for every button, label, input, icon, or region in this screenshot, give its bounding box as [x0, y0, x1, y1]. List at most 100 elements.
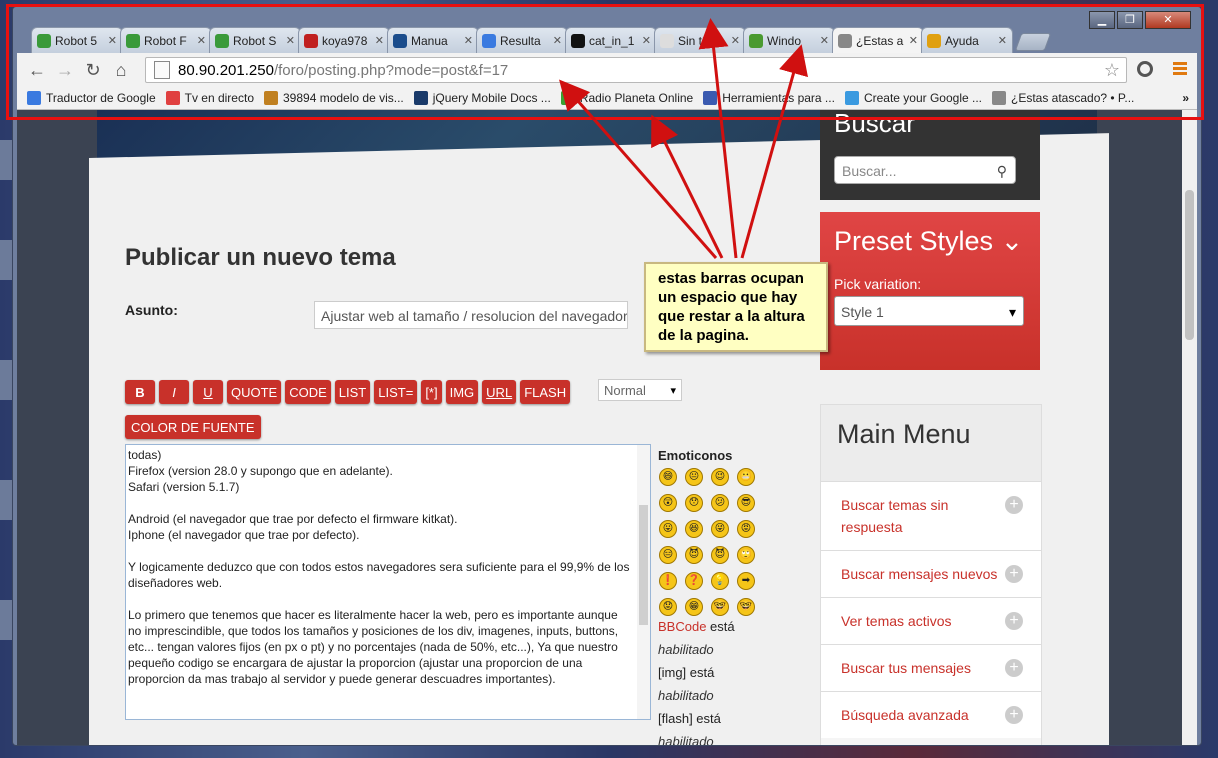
tab-close-icon[interactable]: ✕	[642, 34, 651, 47]
emoticon-icon[interactable]: 😟	[659, 598, 677, 616]
emoticon-icon[interactable]: 😐	[685, 468, 703, 486]
tab-close-icon[interactable]: ✕	[286, 34, 295, 47]
desktop-icon[interactable]	[0, 600, 12, 640]
bookmark-item[interactable]: Traductor de Google	[27, 91, 156, 105]
desktop-icon[interactable]	[0, 240, 12, 280]
plus-icon[interactable]: +	[1005, 496, 1023, 514]
emoticon-icon[interactable]: 😜	[711, 520, 729, 538]
style-variation-select[interactable]: Style 1	[834, 296, 1024, 327]
emoticon-icon[interactable]: 😆	[685, 520, 703, 538]
emoticon-icon[interactable]: 💡	[711, 572, 729, 590]
font-size-select[interactable]: Normal	[598, 379, 682, 402]
bookmark-item[interactable]: Herramientas para ...	[703, 91, 835, 105]
tab-close-icon[interactable]: ✕	[998, 34, 1007, 47]
bbcode-button[interactable]: LIST=	[374, 380, 418, 404]
reload-button[interactable]: ↻	[79, 56, 107, 84]
emoticon-icon[interactable]: 😬	[737, 468, 755, 486]
tab-close-icon[interactable]: ✕	[820, 34, 829, 47]
emoticon-icon[interactable]: 🤓	[737, 598, 755, 616]
tab-close-icon[interactable]: ✕	[553, 34, 562, 47]
bbcode-status-name[interactable]: BBCode	[658, 619, 706, 634]
main-menu-item[interactable]: Ver temas activos +	[821, 597, 1041, 644]
subject-input[interactable]: Ajustar web al tamaño / resolucion del n…	[314, 301, 628, 329]
bbcode-button[interactable]: [*]	[421, 380, 442, 404]
bbcode-button[interactable]: U	[193, 380, 223, 404]
bookmark-item[interactable]: 39894 modelo de vis...	[264, 91, 404, 105]
browser-tab[interactable]: ¿Estas a ✕	[832, 27, 924, 53]
emoticon-icon[interactable]: ❗	[659, 572, 677, 590]
browser-tab[interactable]: Robot 5 ✕	[31, 27, 123, 53]
browser-tab[interactable]: Sin títul ✕	[654, 27, 746, 53]
new-tab-button[interactable]	[1014, 33, 1052, 51]
back-button[interactable]: ←	[23, 56, 51, 84]
search-input[interactable]: Buscar...	[834, 156, 1016, 185]
main-menu-item[interactable]: Buscar mensajes nuevos +	[821, 550, 1041, 597]
plus-icon[interactable]: +	[1005, 706, 1023, 724]
emoticon-icon[interactable]: 😛	[659, 520, 677, 538]
browser-tab[interactable]: Resulta ✕	[476, 27, 568, 53]
font-color-button[interactable]: COLOR DE FUENTE	[125, 415, 261, 439]
browser-tab[interactable]: Manua ✕	[387, 27, 479, 53]
emoticon-icon[interactable]: 😯	[685, 494, 703, 512]
browser-tab[interactable]: cat_in_1 ✕	[565, 27, 657, 53]
emoticon-icon[interactable]: 😎	[737, 494, 755, 512]
main-menu-item[interactable]: Buscar temas sin respuesta +	[821, 481, 1041, 550]
tab-close-icon[interactable]: ✕	[108, 34, 117, 47]
plus-icon[interactable]: +	[1005, 612, 1023, 630]
bookmark-star-icon[interactable]: ☆	[1104, 60, 1120, 81]
forward-button[interactable]: →	[51, 56, 79, 84]
emoticon-icon[interactable]: 🤓	[711, 598, 729, 616]
plus-icon[interactable]: +	[1005, 659, 1023, 677]
bookmark-item[interactable]: Create your Google ...	[844, 91, 982, 105]
emoticon-icon[interactable]: 😉	[711, 468, 729, 486]
tab-close-icon[interactable]: ✕	[909, 34, 918, 47]
bbcode-button[interactable]: B	[125, 380, 155, 404]
emoticon-icon[interactable]: 😕	[711, 494, 729, 512]
tab-close-icon[interactable]: ✕	[375, 34, 384, 47]
bookmark-item[interactable]: jQuery Mobile Docs ...	[413, 91, 551, 105]
tab-close-icon[interactable]: ✕	[464, 34, 473, 47]
bbcode-button[interactable]: FLASH	[520, 380, 571, 404]
bookmarks-more[interactable]: »	[1182, 91, 1189, 105]
tab-close-icon[interactable]: ✕	[731, 34, 740, 47]
preset-styles-title[interactable]: Preset Styles ⌄	[834, 226, 1023, 257]
bbcode-button[interactable]: IMG	[445, 380, 479, 404]
extension-icon[interactable]	[1137, 61, 1153, 77]
message-textarea[interactable]: todas) Firefox (version 28.0 y supongo qu…	[125, 444, 651, 720]
emoticon-icon[interactable]: 😡	[737, 520, 755, 538]
emoticon-icon[interactable]: ➡	[737, 572, 755, 590]
emoticon-icon[interactable]: ❓	[685, 572, 703, 590]
desktop-icon[interactable]	[0, 480, 12, 520]
bookmark-item[interactable]: Radio Planeta Online	[560, 91, 693, 105]
tab-close-icon[interactable]: ✕	[197, 34, 206, 47]
home-button[interactable]: ⌂	[107, 56, 135, 84]
bbcode-button[interactable]: LIST	[334, 380, 371, 404]
emoticon-icon[interactable]: 😄	[659, 468, 677, 486]
main-menu-item[interactable]: Búsqueda avanzada +	[821, 691, 1041, 738]
desktop-icon[interactable]	[0, 360, 12, 400]
bookmark-item[interactable]: Tv en directo	[165, 91, 254, 105]
bbcode-button[interactable]: URL	[482, 380, 517, 404]
emoticon-icon[interactable]: 😈	[685, 546, 703, 564]
address-bar[interactable]: 80.90.201.250/foro/posting.php?mode=post…	[145, 57, 1127, 83]
textarea-scrollbar[interactable]	[637, 445, 650, 719]
chrome-menu-icon[interactable]	[1173, 62, 1187, 77]
emoticon-icon[interactable]: 😲	[659, 494, 677, 512]
browser-tab[interactable]: Robot F ✕	[120, 27, 212, 53]
emoticon-icon[interactable]: 😑	[659, 546, 677, 564]
main-menu-item[interactable]: Buscar tus mensajes +	[821, 644, 1041, 691]
emoticon-icon[interactable]: 🙄	[737, 546, 755, 564]
emoticon-icon[interactable]: 😈	[711, 546, 729, 564]
browser-tab[interactable]: Ayuda ✕	[921, 27, 1013, 53]
emoticon-icon[interactable]: 😁	[685, 598, 703, 616]
maximize-button[interactable]: ❐	[1117, 11, 1143, 29]
desktop-icon[interactable]	[0, 140, 12, 180]
bookmark-item[interactable]: ¿Estas atascado? • P...	[992, 91, 1134, 105]
bbcode-button[interactable]: I	[159, 380, 189, 404]
page-scrollbar[interactable]	[1182, 110, 1197, 745]
browser-tab[interactable]: Robot S ✕	[209, 27, 301, 53]
minimize-button[interactable]: ▁	[1089, 11, 1115, 29]
close-window-button[interactable]: ✕	[1145, 11, 1191, 29]
bbcode-button[interactable]: QUOTE	[227, 380, 282, 404]
plus-icon[interactable]: +	[1005, 565, 1023, 583]
